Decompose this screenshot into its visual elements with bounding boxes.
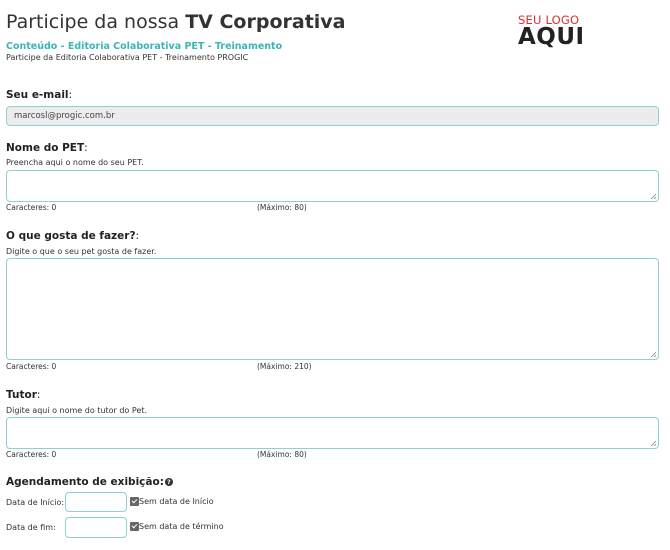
start-date-label: Data de Início: [6,498,65,507]
tutor-input[interactable] [6,417,659,449]
pet-name-input[interactable] [6,170,659,202]
company-logo: SEU LOGO AQUI [518,14,628,50]
pet-name-hint: Preencha aqui o nome do seu PET. [6,158,144,167]
end-date-input[interactable] [65,517,127,538]
no-end-date-label: Sem data de término [139,522,224,531]
start-date-input[interactable] [65,492,127,512]
help-icon[interactable]: ? [164,478,173,486]
tutor-max: (Máximo: 80) [257,450,307,459]
pet-name-label-text: Nome do PET [6,142,85,154]
tutor-hint: Digite aqui o nome do tutor do Pet. [6,406,148,415]
schedule-label-text: Agendamento de exibição: [6,476,164,488]
likes-textarea[interactable] [6,258,659,360]
logo-bottom-text: AQUI [518,24,585,50]
resize-grip-icon[interactable] [650,440,656,446]
page-title-bold: TV Corporativa [185,11,346,33]
email-label-text: Seu e-mail [6,89,69,101]
schedule-label: Agendamento de exibição:? [6,476,173,488]
email-label: Seu e-mail: [6,89,73,101]
likes-max: (Máximo: 210) [257,362,312,371]
no-start-date-label: Sem data de Início [139,497,214,506]
no-end-date-option[interactable]: Sem data de término [130,522,224,531]
likes-label: O que gosta de fazer?: [6,230,140,242]
pet-name-char-count: Caracteres: 0 [6,203,57,212]
tutor-char-count: Caracteres: 0 [6,450,57,459]
tutor-label-text: Tutor [6,389,37,401]
end-date-label: Data de fim: [6,523,56,532]
page-subtitle: Conteúdo - Editoria Colaborativa PET - T… [6,41,283,52]
no-start-date-checkbox[interactable] [130,497,139,506]
no-end-date-checkbox[interactable] [130,522,139,531]
pet-name-label: Nome do PET: [6,142,88,154]
page-description: Participe da Editoria Colaborativa PET -… [6,53,249,62]
email-field[interactable]: marcosl@progic.com.br [6,106,659,126]
page-title-prefix: Participe da nossa [6,11,186,33]
pet-name-max: (Máximo: 80) [257,203,307,212]
likes-label-text: O que gosta de fazer? [6,230,136,242]
no-start-date-option[interactable]: Sem data de Início [130,497,214,506]
page-title: Participe da nossa TV Corporativa [6,11,346,33]
resize-grip-icon[interactable] [650,351,656,357]
resize-grip-icon[interactable] [650,193,656,199]
tutor-label: Tutor: [6,389,41,401]
likes-char-count: Caracteres: 0 [6,362,57,371]
likes-hint: Digite o que o seu pet gosta de fazer. [6,247,157,256]
